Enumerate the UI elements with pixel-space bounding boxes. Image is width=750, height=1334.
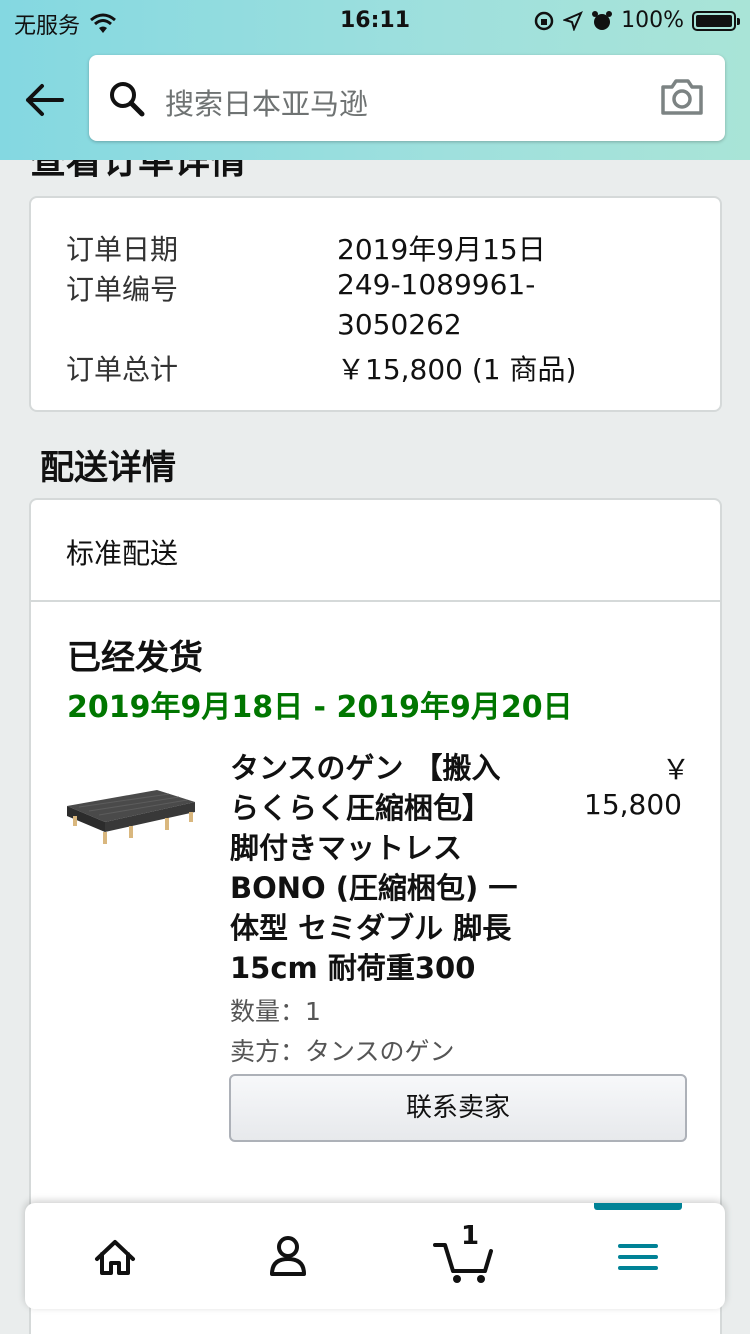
product-title-line: タンスのゲン 【搬入	[230, 751, 501, 785]
search-input[interactable]: 搜索日本亚马逊	[165, 81, 368, 123]
search-icon	[110, 82, 145, 117]
alarm-icon	[592, 10, 613, 30]
order-total-label: 订单总计	[66, 353, 179, 386]
order-date-label: 订单日期	[66, 233, 179, 266]
order-number-value-line1: 249-1089961-	[337, 268, 536, 301]
product-image[interactable]	[65, 766, 197, 856]
product-title-line: BONO (圧縮梱包) 一	[230, 871, 518, 905]
product-title-line: らくらく圧縮梱包】	[230, 791, 492, 825]
search-bar[interactable]: 搜索日本亚马逊	[89, 55, 725, 141]
menu-icon[interactable]	[608, 1229, 668, 1285]
battery-percent: 100%	[621, 8, 684, 33]
order-total-value: ￥15,800 (1 商品)	[337, 353, 577, 386]
shipment-status: 已经发货	[67, 638, 203, 678]
product-title-line: 15cm 耐荷重300	[230, 951, 476, 985]
price-currency: ￥	[662, 753, 691, 786]
status-bar: 无服务 16:11 100%	[0, 0, 750, 40]
camera-icon[interactable]	[659, 77, 705, 117]
product-price: 15,800	[584, 788, 682, 821]
cart-button[interactable]: 1	[431, 1221, 501, 1285]
back-arrow-icon[interactable]	[22, 78, 66, 122]
order-number-label: 订单编号	[66, 273, 179, 306]
cart-count-badge: 1	[461, 1221, 480, 1251]
shipping-section-title: 配送详情	[40, 448, 176, 488]
product-title[interactable]: タンスのゲン 【搬入 らくらく圧縮梱包】 脚付きマットレス BONO (圧縮梱包…	[230, 748, 530, 988]
seller-label: 卖方：タンスのゲン	[230, 1037, 455, 1066]
contact-seller-button[interactable]: 联系卖家	[229, 1074, 687, 1142]
battery-icon	[692, 10, 740, 31]
shipping-method: 标准配送	[66, 537, 179, 570]
bottom-nav: 1	[25, 1203, 725, 1309]
location-icon	[563, 10, 584, 31]
product-title-line: 脚付きマットレス	[230, 831, 463, 865]
active-tab-indicator	[594, 1203, 682, 1210]
home-icon[interactable]	[85, 1229, 145, 1285]
account-icon[interactable]	[258, 1229, 318, 1285]
delivery-date-range: 2019年9月18日 - 2019年9月20日	[67, 690, 573, 725]
orientation-lock-icon	[534, 11, 554, 30]
status-right: 100%	[533, 8, 740, 33]
order-summary-card: 订单日期 2019年9月15日 订单编号 249-1089961- 305026…	[29, 196, 722, 412]
order-number-value-line2: 3050262	[337, 308, 462, 341]
divider	[31, 600, 720, 602]
quantity-label: 数量：1	[230, 997, 321, 1026]
app-header: 无服务 16:11 100% 搜索日本亚马逊	[0, 0, 750, 160]
order-date-value: 2019年9月15日	[337, 233, 546, 266]
product-title-line: 体型 セミダブル 脚長	[230, 911, 512, 945]
